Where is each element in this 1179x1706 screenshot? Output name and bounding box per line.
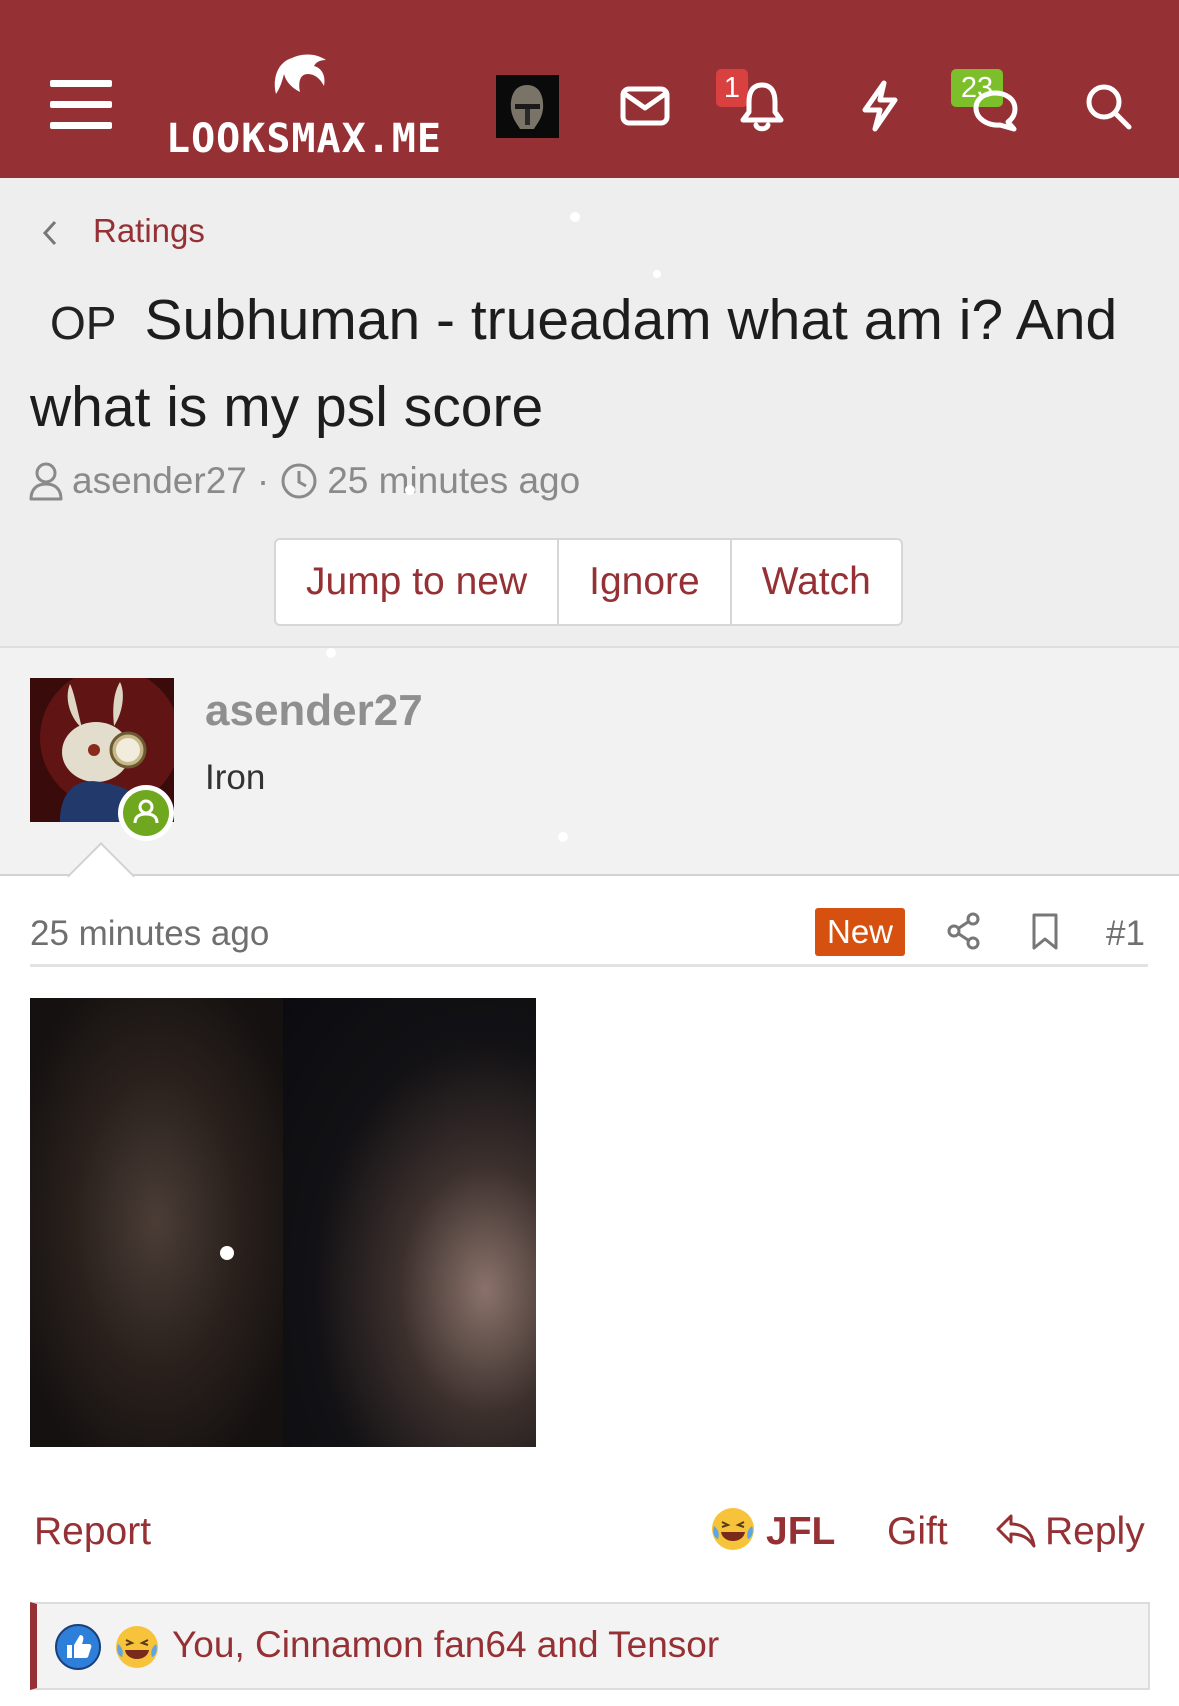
laughing-emoji-icon [712, 1508, 754, 1550]
online-indicator [118, 785, 174, 841]
chat-icon[interactable] [968, 88, 1022, 132]
mail-icon[interactable] [620, 86, 670, 126]
thread-author[interactable]: asender27 [72, 460, 247, 502]
reply-icon[interactable] [995, 1512, 1037, 1550]
ignore-button[interactable]: Ignore [559, 540, 732, 624]
user-icon [29, 462, 63, 501]
thread-title-text: Subhuman - trueadam what am i? And what … [30, 288, 1118, 439]
post-image-left[interactable] [30, 998, 283, 1447]
user-title: Iron [205, 758, 266, 797]
reply-button[interactable]: Reply [1045, 1510, 1145, 1554]
snow-dot [653, 270, 661, 278]
watch-button[interactable]: Watch [732, 540, 901, 624]
report-button[interactable]: Report [34, 1510, 151, 1554]
new-badge: New [815, 908, 905, 956]
logo-hair-icon [274, 54, 326, 94]
snow-dot [570, 212, 580, 222]
share-icon[interactable] [946, 912, 982, 950]
laughing-emoji-icon-small [116, 1626, 158, 1668]
menu-icon[interactable] [50, 80, 112, 130]
thread-prefix: OP [50, 297, 117, 349]
lightning-icon[interactable] [860, 80, 900, 132]
post-image-right[interactable] [283, 998, 536, 1447]
snow-dot [326, 648, 336, 658]
snow-dot [220, 1246, 234, 1260]
breadcrumb[interactable]: Ratings [93, 212, 205, 250]
site-logo[interactable]: LOOKSMAX.ME [166, 52, 446, 162]
snow-dot [405, 485, 415, 495]
jump-to-new-button[interactable]: Jump to new [276, 540, 560, 624]
thread-meta: asender27 · 25 minutes ago [28, 460, 580, 502]
post-time[interactable]: 25 minutes ago [30, 914, 269, 954]
bookmark-icon[interactable] [1030, 912, 1060, 952]
divider [30, 964, 1148, 967]
bell-icon[interactable] [738, 80, 786, 132]
jfl-reaction-button[interactable]: JFL [766, 1510, 835, 1554]
post-user-block [0, 646, 1179, 876]
snow-dot [558, 832, 568, 842]
like-icon [55, 1624, 101, 1670]
helmet-icon [510, 85, 544, 129]
logo-text: LOOKSMAX.ME [166, 116, 442, 162]
clock-icon [281, 463, 317, 499]
thread-title: OP Subhuman - trueadam what am i? And wha… [30, 278, 1150, 449]
thread-actions: Jump to new Ignore Watch [274, 538, 903, 626]
gift-button[interactable]: Gift [887, 1510, 948, 1554]
reactions-list[interactable]: You, Cinnamon fan64 and Tensor [172, 1624, 719, 1666]
online-user-icon [133, 799, 159, 824]
thread-age[interactable]: 25 minutes ago [327, 460, 580, 502]
post-username[interactable]: asender27 [205, 686, 423, 736]
search-icon[interactable] [1084, 82, 1134, 132]
post-number[interactable]: #1 [1106, 914, 1145, 954]
chevron-left-icon[interactable] [40, 218, 60, 248]
header-avatar[interactable] [496, 75, 559, 138]
